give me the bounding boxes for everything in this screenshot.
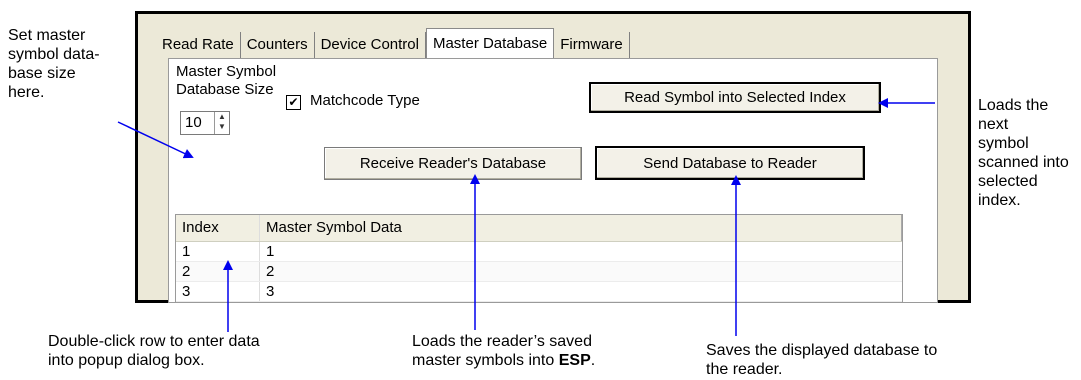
- callout-arrows: [117, 98, 935, 336]
- arrow-set-size: [117, 121, 194, 159]
